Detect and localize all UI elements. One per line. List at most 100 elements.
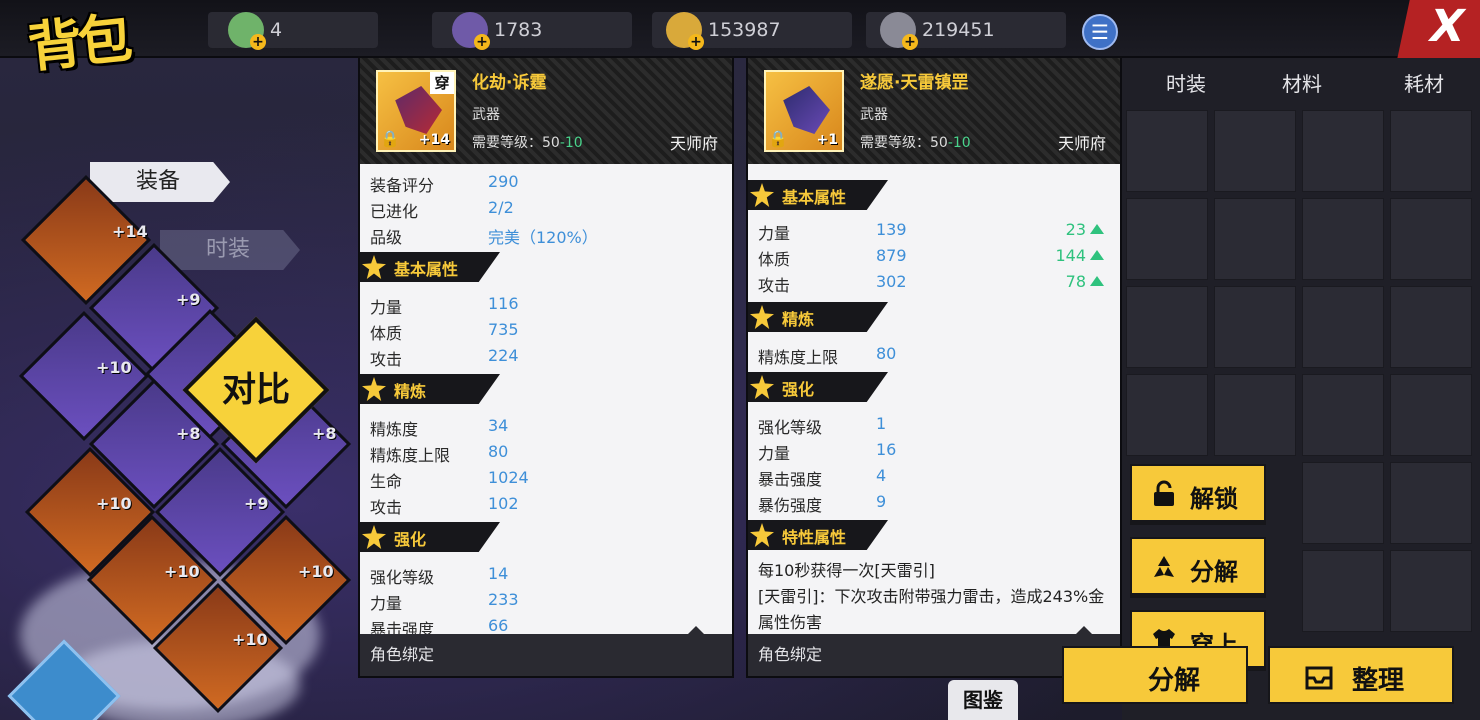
stat-row: 体质 879 144	[758, 246, 1110, 270]
section-star-icon	[750, 375, 774, 399]
tab-equipment[interactable]: 装备	[90, 162, 230, 202]
stat-row: 暴伤强度 9	[758, 492, 887, 515]
recycle-icon	[1154, 556, 1174, 577]
stat-row: 体质 735	[370, 320, 519, 343]
card-body[interactable]: 基本属性 力量 139 23 体质 879 144 攻击 302 78 精炼 精炼度上限 80…	[748, 164, 1120, 634]
crystal-icon: +	[452, 12, 490, 50]
equipped-item-card: 穿 🔒 +14 化劫·诉霆 武器 需要等级：50-10 天师府 装备评分 290 …	[360, 58, 732, 676]
catalog-button[interactable]: 图鉴	[948, 680, 1018, 720]
inventory-cell[interactable]	[1390, 374, 1472, 456]
section-header: 精炼	[748, 302, 888, 332]
inventory-cell[interactable]	[1214, 198, 1296, 280]
section-star-icon	[362, 255, 386, 279]
inventory-cell[interactable]	[1214, 110, 1296, 192]
item-icon: 穿 🔒 +14	[376, 70, 456, 152]
section-header: 强化	[360, 522, 500, 552]
lock-icon: 🔒	[380, 129, 400, 148]
potion-icon[interactable]	[7, 639, 121, 720]
slot-plus-label: +10	[96, 494, 132, 513]
card-body[interactable]: 装备评分 290 已进化 2/2 品级 完美（120%） 基本属性 力量 116 体质 7…	[360, 164, 732, 634]
inventory-cell[interactable]	[1390, 198, 1472, 280]
currency-value: 219451	[922, 19, 995, 41]
inventory-cell[interactable]	[1390, 550, 1472, 632]
currency-banknote[interactable]: + 4	[208, 12, 378, 50]
unlock-button[interactable]: 解锁	[1130, 464, 1266, 522]
slot-plus-label: +10	[298, 562, 334, 581]
inventory-cell[interactable]	[1302, 198, 1384, 280]
inventory-cell[interactable]	[1390, 462, 1472, 544]
equipped-badge: 穿	[430, 72, 454, 94]
stat-row: 生命 1024	[370, 468, 529, 491]
inventory-cell[interactable]	[1302, 462, 1384, 544]
inventory-cell[interactable]	[1214, 374, 1296, 456]
stat-row: 暴击强度 4	[758, 466, 887, 489]
item-plus-level: +1	[816, 132, 838, 148]
card-header: 🔒 +1 遂愿·天雷镇罡 武器 需要等级：50-10 天师府	[748, 58, 1120, 164]
inventory-cell[interactable]	[1302, 550, 1384, 632]
close-button[interactable]: X	[1396, 0, 1480, 60]
slot-plus-label: +14	[112, 222, 148, 241]
section-star-icon	[362, 525, 386, 549]
inventory-cell[interactable]	[1390, 110, 1472, 192]
menu-list-icon[interactable]: ☰	[1082, 14, 1118, 50]
section-header: 基本属性	[748, 180, 888, 210]
inventory-cell[interactable]	[1302, 286, 1384, 368]
inventory-cell[interactable]	[1126, 374, 1208, 456]
compare-item-card: 🔒 +1 遂愿·天雷镇罡 武器 需要等级：50-10 天师府 基本属性 力量 13…	[748, 58, 1120, 676]
stat-row: 力量 233	[370, 590, 519, 613]
inventory-cell[interactable]	[1126, 198, 1208, 280]
item-type: 武器	[860, 107, 888, 123]
stat-row: 强化等级 1	[758, 414, 887, 437]
item-type: 武器	[472, 107, 500, 123]
top-bar: + 4 + 1783 + 153987 + 219451 ☰ X	[0, 0, 1480, 60]
inventory-cell[interactable]	[1126, 110, 1208, 192]
currency-value: 4	[270, 19, 283, 41]
stat-row: 力量 16	[758, 440, 897, 463]
item-icon: 🔒 +1	[764, 70, 844, 152]
currency-crystal[interactable]: + 1783	[432, 12, 632, 50]
gold-coin-icon: +	[666, 12, 704, 50]
slot-plus-label: +10	[232, 630, 268, 649]
stat-row: 精炼度上限 80	[370, 442, 509, 465]
inventory-cell[interactable]	[1302, 374, 1384, 456]
stat-row: 品级 完美（120%）	[370, 228, 598, 247]
sort-button[interactable]: 整理	[1268, 646, 1454, 704]
inbox-icon	[1305, 666, 1333, 690]
item-name: 化劫·诉霆	[472, 73, 547, 93]
scroll-up-icon[interactable]	[1074, 626, 1094, 636]
section-star-icon	[750, 523, 774, 547]
stat-row: 精炼度上限 80	[758, 344, 897, 367]
tab-consumables[interactable]: 耗材	[1404, 68, 1444, 97]
bind-status: 角色绑定	[370, 645, 435, 664]
section-star-icon	[750, 305, 774, 329]
decompose-button[interactable]: 分解	[1130, 537, 1266, 595]
tab-fashion[interactable]: 时装	[160, 230, 300, 270]
inventory-cell[interactable]	[1126, 286, 1208, 368]
item-name: 遂愿·天雷镇罡	[860, 73, 969, 93]
item-requirement: 需要等级：50-10	[472, 135, 583, 151]
section-header: 特性属性	[748, 520, 888, 550]
stat-row: 力量 116	[370, 294, 519, 317]
tab-fashion[interactable]: 时装	[1166, 68, 1206, 97]
section-header: 精炼	[360, 374, 500, 404]
unlock-icon	[1154, 480, 1174, 506]
bulk-decompose-button[interactable]: 分解	[1062, 646, 1248, 704]
silver-coin-icon: +	[880, 12, 918, 50]
tab-materials[interactable]: 材料	[1282, 68, 1322, 97]
inventory-cell[interactable]	[1390, 286, 1472, 368]
slot-plus-label: +8	[312, 424, 337, 443]
currency-silver[interactable]: + 219451	[866, 12, 1066, 50]
item-plus-level: +14	[418, 132, 450, 148]
currency-value: 1783	[494, 19, 543, 41]
slot-plus-label: +10	[164, 562, 200, 581]
stat-row: 已进化 2/2	[370, 198, 514, 221]
slot-plus-label: +9	[176, 290, 201, 309]
section-star-icon	[362, 377, 386, 401]
currency-gold[interactable]: + 153987	[652, 12, 852, 50]
inventory-cell[interactable]	[1302, 110, 1384, 192]
slot-plus-label: +10	[96, 358, 132, 377]
weapon-icon	[783, 86, 830, 134]
inventory-cell[interactable]	[1214, 286, 1296, 368]
scroll-up-icon[interactable]	[686, 626, 706, 636]
increase-arrow-icon	[1090, 276, 1104, 286]
